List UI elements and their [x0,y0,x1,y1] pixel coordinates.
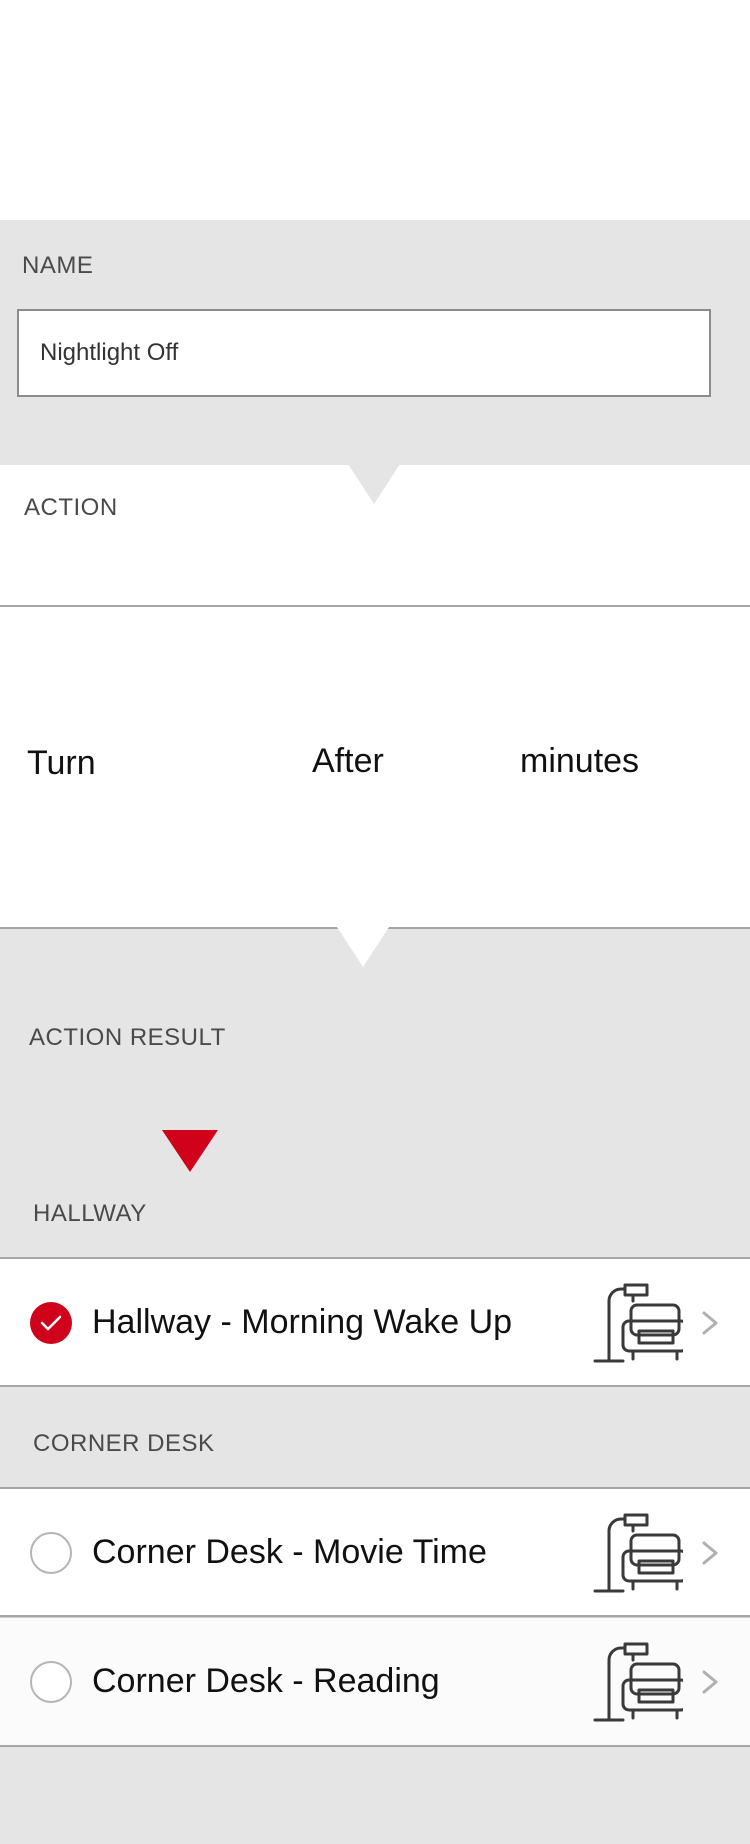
turn-label[interactable]: Turn [27,744,96,783]
group-header-hallway: HALLWAY [33,1200,147,1227]
lamp-chair-icon [593,1283,683,1363]
name-section: NAME [0,220,750,465]
after-label[interactable]: After [312,742,384,781]
divider [0,605,750,607]
scene-row-corner-desk-reading[interactable]: Corner Desk - Reading [0,1617,750,1747]
minutes-label[interactable]: minutes [520,742,639,781]
chevron-right-icon[interactable] [700,1533,720,1573]
scene-row-hallway-morning-wake-up[interactable]: Hallway - Morning Wake Up [0,1257,750,1387]
lamp-chair-icon [593,1642,683,1722]
scene-label: Corner Desk - Movie Time [92,1533,487,1571]
name-input[interactable] [17,309,711,397]
chevron-right-icon[interactable] [700,1303,720,1343]
section-notch [348,464,400,504]
chevron-right-icon[interactable] [700,1662,720,1702]
group-header-corner-desk: CORNER DESK [33,1430,215,1457]
scene-row-corner-desk-movie-time[interactable]: Corner Desk - Movie Time [0,1487,750,1617]
action-result-label: ACTION RESULT [29,1024,226,1051]
scene-label: Corner Desk - Reading [92,1662,440,1700]
name-label: NAME [22,252,94,279]
section-notch [337,927,389,967]
selection-indicator-icon[interactable] [162,1130,218,1172]
checked-radio-icon[interactable] [30,1302,72,1344]
unchecked-radio-icon[interactable] [30,1532,72,1574]
checkmark-icon [40,1315,62,1331]
lamp-chair-icon [593,1513,683,1593]
unchecked-radio-icon[interactable] [30,1661,72,1703]
scene-label: Hallway - Morning Wake Up [92,1303,513,1341]
action-label: ACTION [24,494,118,521]
